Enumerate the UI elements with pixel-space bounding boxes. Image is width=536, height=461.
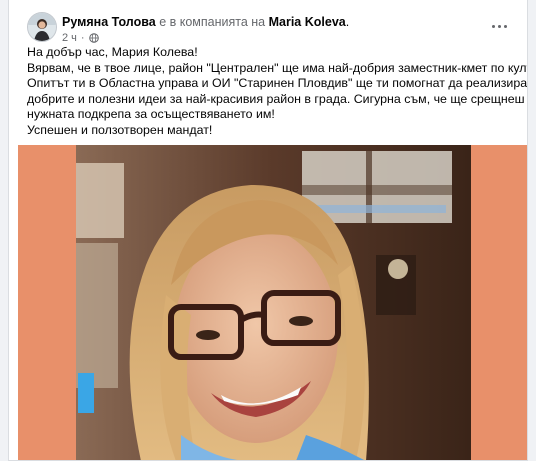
post-meta: 2 ч · xyxy=(62,32,99,44)
tagged-person[interactable]: Maria Koleva xyxy=(269,15,346,29)
post-card: Румяна Толова е в компанията на Maria Ko… xyxy=(8,0,528,461)
post-header: Румяна Толова е в компанията на Maria Ko… xyxy=(19,6,517,44)
author-avatar[interactable] xyxy=(27,12,57,42)
tagged-suffix: . xyxy=(345,15,350,29)
meta-separator: · xyxy=(80,32,85,44)
more-horizontal-icon[interactable] xyxy=(489,20,509,32)
author-line: Румяна Толова е в компанията на Maria Ko… xyxy=(62,14,349,30)
post-time[interactable]: 2 ч xyxy=(62,32,77,44)
post-text-line: нужната подкрепа за осъществяването им! xyxy=(27,107,275,122)
post-text-line: Опитът ти в Областна управа и ОИ "Старин… xyxy=(27,76,528,91)
post-text-line: Вярвам, че в твое лице, район "Централен… xyxy=(27,60,528,75)
globe-icon[interactable] xyxy=(88,33,99,43)
post-text-line: Успешен и ползотворен мандат! xyxy=(27,122,213,137)
post-text-line: На добър час, Мария Колева! xyxy=(27,45,198,59)
with-text: е в компанията на xyxy=(159,15,266,29)
post-text: На добър час, Мария Колева! Вярвам, че в… xyxy=(27,45,528,139)
post-photo[interactable] xyxy=(76,145,471,460)
post-photo-container[interactable] xyxy=(18,145,527,460)
author-name[interactable]: Румяна Толова xyxy=(62,15,156,29)
post-text-line: добрите и полезни идеи за най-красивия р… xyxy=(27,91,525,106)
